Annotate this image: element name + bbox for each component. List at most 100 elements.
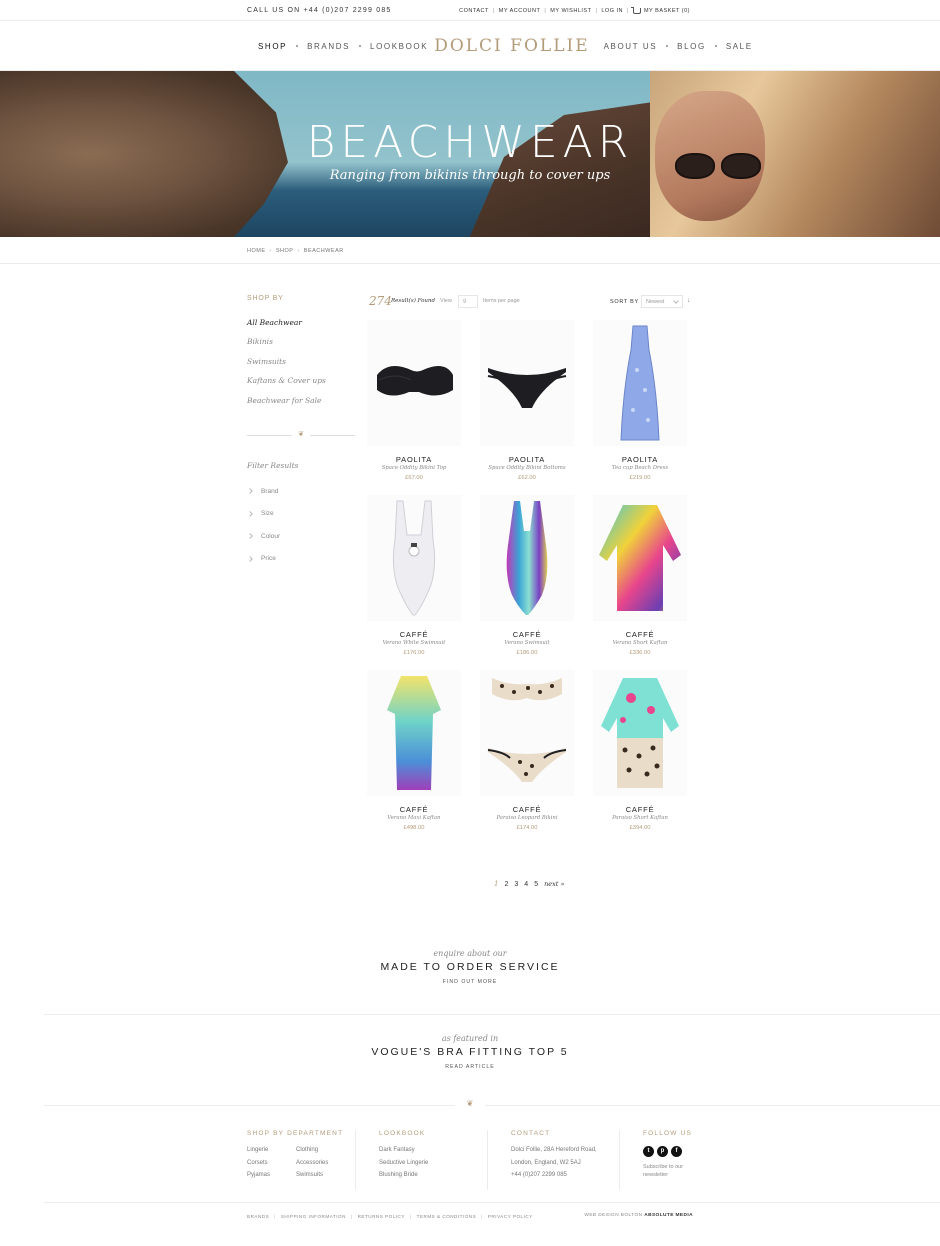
category-kaftans[interactable]: Kaftans & Cover ups [247, 376, 357, 395]
newsletter-link[interactable]: Subscribe to our newsletter [643, 1163, 695, 1179]
phone-number: CALL US ON +44 (0)207 2299 085 [247, 7, 392, 14]
filter-size[interactable]: Size [247, 502, 357, 525]
product-card[interactable]: CAFFÉ Verano Swimsuit £186.00 [480, 495, 574, 660]
product-image[interactable] [367, 320, 461, 446]
breadcrumb-bar: HOME › SHOP › BEACHWEAR [0, 237, 940, 264]
footer-link-clothing[interactable]: Clothing [296, 1147, 328, 1160]
product-card[interactable]: CAFFÉ Verano Maxi Kaftan £498.00 [367, 670, 461, 835]
footer-returns-link[interactable]: RETURNS POLICY [358, 1214, 405, 1219]
nav-lookbook[interactable]: LOOKBOOK [370, 42, 428, 51]
contact-address-line: Dolci Follie, 28A Hereford Road, [511, 1147, 597, 1153]
made-to-order-promo: enquire about our MADE TO ORDER SERVICE … [0, 949, 940, 985]
flourish-icon: ❦ [466, 1099, 474, 1108]
page-link[interactable]: 5 [534, 881, 538, 888]
product-name[interactable]: Verano Swimsuit [480, 640, 574, 646]
footer-link-accessories[interactable]: Accessories [296, 1160, 328, 1173]
product-card[interactable]: CAFFÉ Paraiso Leopard Bikini £174.00 [480, 670, 574, 835]
page-link[interactable]: 2 [504, 881, 508, 888]
breadcrumb-home[interactable]: HOME [247, 248, 266, 254]
product-image[interactable] [480, 670, 574, 796]
footer-link-lingerie[interactable]: Lingerie [247, 1147, 270, 1160]
product-brand: CAFFÉ [399, 805, 429, 814]
category-all-beachwear[interactable]: All Beachwear [247, 318, 357, 337]
designer-credit: WEB DESIGN BOLTON ABSOLUTE MEDIA [584, 1213, 693, 1218]
product-card[interactable]: CAFFÉ Paraiso Short Kaftan £394.00 [593, 670, 687, 835]
login-link[interactable]: LOG IN [601, 8, 623, 14]
page-link[interactable]: 4 [524, 881, 528, 888]
find-out-more-link[interactable]: FIND OUT MORE [0, 979, 940, 985]
product-card[interactable]: CAFFÉ Verano White Swimsuit £176.00 [367, 495, 461, 660]
nav-about-us[interactable]: ABOUT US [604, 42, 658, 51]
category-swimsuits[interactable]: Swimsuits [247, 357, 357, 376]
contact-link[interactable]: CONTACT [459, 8, 489, 14]
product-card[interactable]: PAOLITA Space Oddity Bikini Top £67.00 [367, 320, 461, 485]
sort-select[interactable]: Newest [641, 295, 683, 308]
product-image[interactable] [480, 320, 574, 446]
footer-link-blushing-bride[interactable]: Blushing Bride [379, 1172, 428, 1185]
product-image[interactable] [593, 320, 687, 446]
nav-sale[interactable]: SALE [726, 42, 753, 51]
results-toolbar: 274 Result(s) Found View 9 Items per pag… [369, 294, 692, 310]
pinterest-icon[interactable]: p [657, 1146, 668, 1157]
filter-price[interactable]: Price [247, 547, 357, 570]
footer-terms-link[interactable]: TERMS & CONDITIONS [417, 1214, 477, 1219]
product-card[interactable]: CAFFÉ Verano Short Kaftan £336.00 [593, 495, 687, 660]
product-name[interactable]: Verano Maxi Kaftan [367, 815, 461, 821]
footer-link-corsets[interactable]: Corsets [247, 1160, 270, 1173]
product-image[interactable] [480, 495, 574, 621]
footer-heading: SHOP BY DEPARTMENT [247, 1130, 344, 1137]
basket-link[interactable]: MY BASKET (0) [644, 8, 690, 14]
filter-brand[interactable]: Brand [247, 480, 357, 503]
footer-link-swimsuits[interactable]: Swimsuits [296, 1172, 328, 1185]
product-name[interactable]: Tea cup Beach Dress [593, 465, 687, 471]
nav-blog[interactable]: BLOG [677, 42, 706, 51]
footer-brands-link[interactable]: BRANDS [247, 1214, 269, 1219]
footer-link-seductive-lingerie[interactable]: Seductive Lingerie [379, 1160, 428, 1173]
site-logo[interactable]: DOLCI FOLLIE [434, 36, 589, 56]
footer-link-dark-fantasy[interactable]: Dark Fantasy [379, 1147, 428, 1160]
category-bikinis[interactable]: Bikinis [247, 337, 357, 356]
facebook-icon[interactable]: f [671, 1146, 682, 1157]
read-article-link[interactable]: READ ARTICLE [0, 1064, 940, 1070]
items-per-page-input[interactable]: 9 [458, 295, 478, 308]
product-name[interactable]: Space Oddity Bikini Bottoms [480, 465, 574, 471]
filter-list: Brand Size Colour Price [247, 480, 357, 570]
next-page-link[interactable]: next » [544, 880, 564, 888]
footer-heading: FOLLOW US [643, 1130, 693, 1137]
product-image[interactable] [367, 495, 461, 621]
footer-department: SHOP BY DEPARTMENT Lingerie Corsets Pyja… [247, 1130, 343, 1185]
product-name[interactable]: Verano White Swimsuit [367, 640, 461, 646]
product-name[interactable]: Verano Short Kaftan [593, 640, 687, 646]
product-image[interactable] [367, 670, 461, 796]
product-name[interactable]: Space Oddity Bikini Top [367, 465, 461, 471]
designer-credit-link[interactable]: ABSOLUTE MEDIA [644, 1213, 693, 1218]
product-brand: CAFFÉ [625, 805, 655, 814]
product-image[interactable] [593, 670, 687, 796]
nav-shop[interactable]: SHOP [258, 42, 287, 51]
page-link[interactable]: 3 [514, 881, 518, 888]
footer-heading: LOOKBOOK [379, 1130, 426, 1137]
product-price: £174.00 [516, 825, 538, 831]
product-name[interactable]: Paraiso Leopard Bikini [480, 815, 574, 821]
filter-colour[interactable]: Colour [247, 525, 357, 548]
page-current: 1 [494, 880, 499, 888]
footer-link-pyjamas[interactable]: Pyjamas [247, 1172, 270, 1185]
twitter-icon[interactable]: t [643, 1146, 654, 1157]
short-kaftan-icon [599, 505, 681, 611]
breadcrumb-shop[interactable]: SHOP [276, 248, 294, 254]
footer-shipping-link[interactable]: SHIPPING INFORMATION [281, 1214, 346, 1219]
basket-icon[interactable] [630, 7, 641, 14]
product-image[interactable] [593, 495, 687, 621]
my-wishlist-link[interactable]: MY WISHLIST [550, 8, 591, 14]
sort-direction-icon[interactable]: ↓ [687, 297, 691, 304]
product-card[interactable]: PAOLITA Tea cup Beach Dress £219.00 [593, 320, 687, 485]
contact-phone[interactable]: +44 (0)207 2299 085 [511, 1172, 597, 1185]
product-card[interactable]: PAOLITA Space Oddity Bikini Bottoms £62.… [480, 320, 574, 485]
sidebar-divider: ❦ [247, 431, 357, 439]
category-sale[interactable]: Beachwear for Sale [247, 396, 357, 415]
footer-privacy-link[interactable]: PRIVACY POLICY [488, 1214, 533, 1219]
product-name[interactable]: Paraiso Short Kaftan [593, 815, 687, 821]
my-account-link[interactable]: MY ACCOUNT [499, 8, 541, 14]
product-price: £62.00 [518, 475, 536, 481]
nav-brands[interactable]: BRANDS [307, 42, 350, 51]
